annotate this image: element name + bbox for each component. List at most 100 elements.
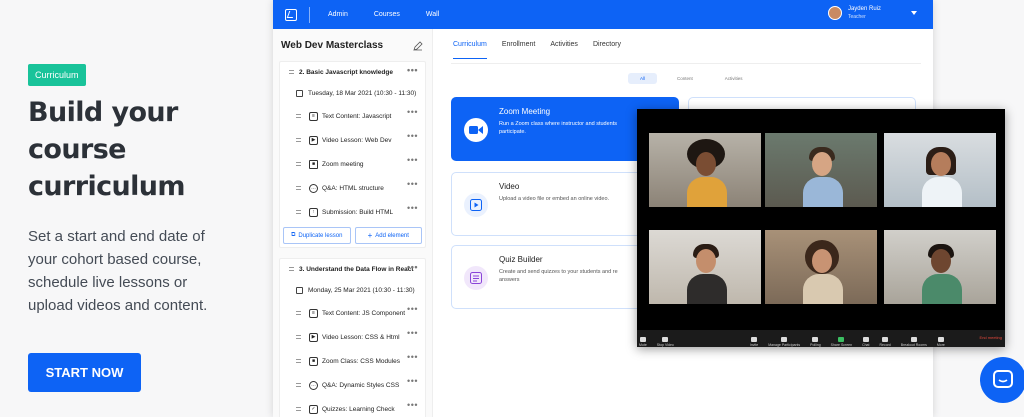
list-item[interactable]: ▶ Video Lesson: CSS & Html ••• — [280, 325, 425, 349]
more-options-icon[interactable]: ••• — [407, 179, 418, 189]
tab-enrollment[interactable]: Enrollment — [502, 41, 535, 59]
more-options-icon[interactable]: ••• — [407, 262, 418, 272]
card-description: Create and send quizzes to your students… — [499, 269, 618, 283]
tab-curriculum[interactable]: Curriculum — [453, 41, 487, 59]
calendar-icon — [296, 286, 303, 294]
drag-handle-icon[interactable] — [296, 311, 301, 315]
more-options-icon[interactable]: ••• — [407, 352, 418, 362]
more-options-icon[interactable]: ••• — [407, 203, 418, 213]
more-options-icon[interactable]: ••• — [407, 304, 418, 314]
list-item[interactable]: ≡ Text Content: Javascript ••• — [280, 104, 425, 128]
end-meeting-button[interactable]: End meeting — [980, 335, 1002, 340]
more-button[interactable]: More — [937, 337, 945, 347]
play-icon — [464, 193, 488, 217]
section-date-text: Monday, 25 Mar 2021 (10:30 - 11:30) — [308, 286, 415, 294]
drag-handle-icon[interactable] — [296, 359, 301, 363]
list-item[interactable]: … Q&A: Dynamic Styles CSS ••• — [280, 373, 425, 397]
start-now-button[interactable]: START NOW — [28, 353, 141, 392]
more-options-icon[interactable]: ••• — [407, 107, 418, 117]
more-options-icon[interactable]: ••• — [407, 155, 418, 165]
toolbar-label: Manage Participants — [768, 343, 801, 347]
duplicate-lesson-button[interactable]: ⧉ Duplicate lesson — [283, 227, 351, 244]
filter-all[interactable]: All — [628, 73, 658, 84]
more-options-icon[interactable]: ••• — [407, 131, 418, 141]
item-label: Text Content: JS Component — [322, 309, 406, 317]
stop-video-button[interactable]: Stop Video — [657, 337, 674, 347]
tab-activities[interactable]: Activities — [550, 41, 578, 59]
card-title: Video — [499, 182, 520, 191]
more-options-icon[interactable]: ••• — [407, 376, 418, 386]
filter-pills: All Content Activities — [628, 73, 755, 84]
pencil-icon[interactable] — [413, 41, 423, 51]
section-header[interactable]: 3. Understand the Data Flow in React ••• — [280, 259, 425, 279]
item-label: Quizzes: Learning Check — [322, 405, 395, 413]
drag-handle-icon[interactable] — [296, 186, 301, 190]
tab-directory[interactable]: Directory — [593, 41, 621, 59]
card-description: Run a Zoom class where instructor and st… — [499, 121, 618, 135]
drag-handle-icon[interactable] — [296, 114, 301, 118]
section-actions: ⧉ Duplicate lesson + Add element — [280, 224, 425, 247]
toolbar-label: Chat — [862, 343, 870, 347]
curriculum-sidebar: Web Dev Masterclass 2. Basic Javascript … — [273, 29, 433, 417]
drag-handle-icon[interactable] — [289, 267, 294, 271]
more-options-icon[interactable]: ••• — [407, 65, 418, 75]
call-toolbar: Mute Stop Video Invite Manage Participan… — [637, 330, 1005, 347]
lesson-section: 2. Basic Javascript knowledge ••• Tuesda… — [279, 61, 426, 248]
chat-launcher-button[interactable] — [980, 357, 1024, 403]
logo-icon[interactable] — [285, 8, 297, 21]
polling-button[interactable]: Polling — [810, 337, 821, 347]
chevron-down-icon[interactable] — [911, 11, 917, 15]
record-button[interactable]: Record — [879, 337, 891, 347]
drag-handle-icon[interactable] — [289, 70, 294, 74]
chat-button[interactable]: Chat — [862, 337, 869, 347]
user-name: Jayden Ruiz — [847, 6, 881, 12]
drag-handle-icon[interactable] — [296, 138, 301, 142]
nav-item-courses[interactable]: Courses — [374, 11, 400, 18]
grid-icon — [910, 337, 917, 342]
drag-handle-icon[interactable] — [296, 210, 301, 214]
breakout-rooms-button[interactable]: Breakout Rooms — [901, 337, 927, 347]
add-element-button[interactable]: + Add element — [354, 227, 422, 244]
more-options-icon[interactable]: ••• — [407, 400, 418, 410]
mute-button[interactable]: Mute — [639, 337, 647, 347]
text-document-icon: ≡ — [309, 308, 318, 318]
video-play-icon: ▶ — [309, 332, 318, 342]
list-item[interactable]: ▶ Video Lesson: Web Dev ••• — [280, 128, 425, 152]
toolbar-label: Share Screen — [830, 343, 853, 347]
section-header[interactable]: 2. Basic Javascript knowledge ••• — [280, 62, 425, 82]
more-options-icon[interactable]: ••• — [407, 328, 418, 338]
upload-file-icon: ↑ — [309, 207, 318, 217]
manage-participants-button[interactable]: Manage Participants — [768, 337, 800, 347]
item-label: Video Lesson: Web Dev — [322, 136, 392, 144]
list-item[interactable]: ≡ Text Content: JS Component ••• — [280, 301, 425, 325]
invite-button[interactable]: Invite — [750, 337, 758, 347]
nav-item-admin[interactable]: Admin — [328, 11, 348, 18]
nav-item-wall[interactable]: Wall — [426, 11, 439, 18]
toolbar-label: Record — [879, 343, 891, 347]
toolbar-label: Stop Video — [656, 343, 674, 347]
people-icon — [781, 337, 788, 342]
bar-chart-icon — [812, 337, 819, 342]
list-item[interactable]: ↑ Submission: Build HTML ••• — [280, 200, 425, 224]
item-label: Video Lesson: CSS & Html — [322, 333, 400, 341]
top-nav-bar: Admin Courses Wall Jayden Ruiz Teacher — [273, 0, 933, 29]
drag-handle-icon[interactable] — [296, 162, 301, 166]
list-item[interactable]: ■ Zoom meeting ••• — [280, 152, 425, 176]
curriculum-tag: Curriculum — [28, 64, 86, 86]
filter-content[interactable]: Content — [665, 73, 705, 84]
lesson-section: 3. Understand the Data Flow in React •••… — [279, 258, 426, 417]
item-label: Zoom Class: CSS Modules — [322, 357, 401, 365]
user-menu[interactable]: Jayden Ruiz Teacher — [827, 5, 917, 21]
text-document-icon: ≡ — [309, 111, 318, 121]
drag-handle-icon[interactable] — [296, 335, 301, 339]
list-item[interactable]: ■ Zoom Class: CSS Modules ••• — [280, 349, 425, 373]
drag-handle-icon[interactable] — [296, 407, 301, 411]
list-item[interactable]: … Q&A: HTML structure ••• — [280, 176, 425, 200]
video-camera-icon — [662, 337, 669, 342]
list-item[interactable]: ✓ Quizzes: Learning Check ••• — [280, 397, 425, 417]
share-screen-button[interactable]: Share Screen — [831, 337, 852, 347]
drag-handle-icon[interactable] — [296, 383, 301, 387]
participant-video — [649, 133, 761, 207]
filter-activities[interactable]: Activities — [713, 73, 755, 84]
hero-headline: Build your course curriculum — [28, 97, 186, 202]
